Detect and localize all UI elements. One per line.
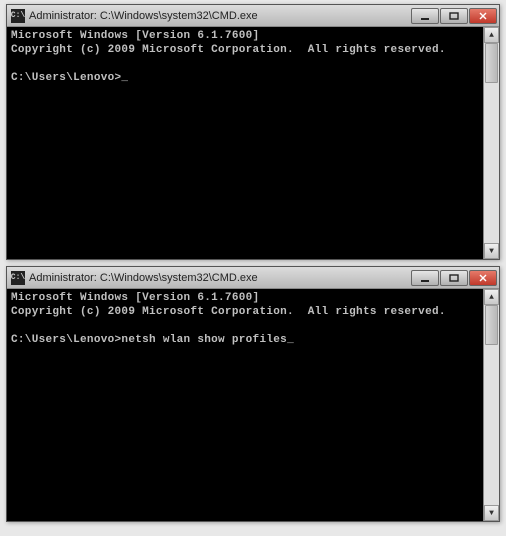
minimize-icon bbox=[420, 274, 430, 282]
window-title: Administrator: C:\Windows\system32\CMD.e… bbox=[29, 10, 411, 22]
console-output[interactable]: Microsoft Windows [Version 6.1.7600] Cop… bbox=[7, 27, 483, 259]
console-body: Microsoft Windows [Version 6.1.7600] Cop… bbox=[7, 27, 499, 259]
copyright-line: Copyright (c) 2009 Microsoft Corporation… bbox=[11, 306, 446, 318]
window-controls bbox=[411, 8, 497, 24]
vertical-scrollbar[interactable]: ▲ ▼ bbox=[483, 289, 499, 521]
close-button[interactable] bbox=[469, 8, 497, 24]
cmd-window: C:\ Administrator: C:\Windows\system32\C… bbox=[6, 266, 500, 522]
scroll-thumb[interactable] bbox=[485, 305, 498, 345]
command-input[interactable] bbox=[121, 72, 128, 84]
titlebar[interactable]: C:\ Administrator: C:\Windows\system32\C… bbox=[7, 267, 499, 289]
cmd-icon: C:\ bbox=[11, 9, 25, 23]
maximize-button[interactable] bbox=[440, 8, 468, 24]
window-title: Administrator: C:\Windows\system32\CMD.e… bbox=[29, 272, 411, 284]
scroll-up-button[interactable]: ▲ bbox=[484, 289, 499, 305]
vertical-scrollbar[interactable]: ▲ ▼ bbox=[483, 27, 499, 259]
prompt: C:\Users\Lenovo> bbox=[11, 334, 121, 346]
version-line: Microsoft Windows [Version 6.1.7600] bbox=[11, 292, 259, 304]
cmd-icon: C:\ bbox=[11, 271, 25, 285]
console-output[interactable]: Microsoft Windows [Version 6.1.7600] Cop… bbox=[7, 289, 483, 521]
maximize-icon bbox=[449, 12, 459, 20]
command-input[interactable]: netsh wlan show profiles bbox=[121, 334, 294, 346]
copyright-line: Copyright (c) 2009 Microsoft Corporation… bbox=[11, 44, 446, 56]
minimize-button[interactable] bbox=[411, 8, 439, 24]
cmd-window: C:\ Administrator: C:\Windows\system32\C… bbox=[6, 4, 500, 260]
window-controls bbox=[411, 270, 497, 286]
scroll-track[interactable] bbox=[484, 305, 499, 505]
scroll-track[interactable] bbox=[484, 43, 499, 243]
minimize-button[interactable] bbox=[411, 270, 439, 286]
maximize-icon bbox=[449, 274, 459, 282]
titlebar[interactable]: C:\ Administrator: C:\Windows\system32\C… bbox=[7, 5, 499, 27]
close-icon bbox=[478, 274, 488, 282]
console-body: Microsoft Windows [Version 6.1.7600] Cop… bbox=[7, 289, 499, 521]
scroll-down-button[interactable]: ▼ bbox=[484, 243, 499, 259]
scroll-up-button[interactable]: ▲ bbox=[484, 27, 499, 43]
scroll-down-button[interactable]: ▼ bbox=[484, 505, 499, 521]
scroll-thumb[interactable] bbox=[485, 43, 498, 83]
prompt: C:\Users\Lenovo> bbox=[11, 72, 121, 84]
close-button[interactable] bbox=[469, 270, 497, 286]
close-icon bbox=[478, 12, 488, 20]
version-line: Microsoft Windows [Version 6.1.7600] bbox=[11, 30, 259, 42]
minimize-icon bbox=[420, 12, 430, 20]
maximize-button[interactable] bbox=[440, 270, 468, 286]
